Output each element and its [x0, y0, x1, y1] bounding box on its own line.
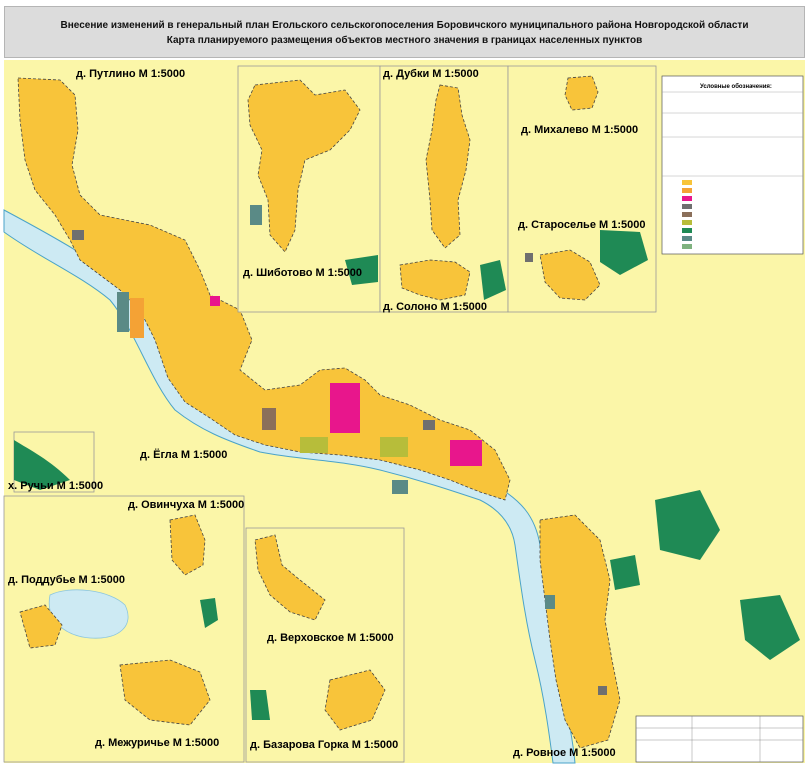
public-zone: [210, 296, 220, 306]
label-egla: д. Ёгла М 1:5000: [140, 448, 227, 461]
legend-swatch: [682, 244, 692, 249]
legend-swatch: [682, 220, 692, 225]
legend-swatch: [682, 188, 692, 193]
label-staroselye: д. Староселье М 1:5000: [518, 219, 645, 231]
legend-title: Условные обозначения:: [700, 83, 772, 90]
label-mezhurichye: д. Межуричье М 1:5000: [95, 737, 219, 749]
label-verkhovskoe: д. Верховское М 1:5000: [267, 632, 394, 644]
forest-patch: [610, 555, 640, 590]
special-zone: [250, 205, 262, 225]
mixed-zone: [130, 298, 144, 338]
label-bazarova: д. Базарова Горка М 1:5000: [250, 739, 398, 751]
label-rovnoe: д. Ровное М 1:5000: [513, 747, 616, 759]
special-zone: [545, 595, 555, 609]
agri-zone: [380, 437, 408, 457]
label-poddubye: д. Поддубье М 1:5000: [8, 574, 125, 586]
industrial-marker: [598, 686, 607, 695]
legend-swatch: [682, 196, 692, 201]
special-zone: [117, 292, 129, 332]
public-zone: [330, 383, 360, 433]
label-mikhalevo: д. Михалево М 1:5000: [521, 124, 638, 136]
settlement-mikhalevo: [564, 75, 599, 111]
agri-zone: [300, 437, 328, 453]
map-canvas: д. Путлино М 1:5000 д. Шиботово М 1:5000…: [3, 60, 805, 764]
industrial-marker: [423, 420, 435, 430]
legend-swatch: [682, 236, 692, 241]
label-solono: д. Солоно М 1:5000: [383, 301, 487, 313]
label-shibotovo: д. Шиботово М 1:5000: [243, 267, 362, 279]
map-sheet: Внесение изменений в генеральный план Ег…: [0, 0, 811, 768]
special-zone: [392, 480, 408, 494]
legend-swatch: [682, 212, 692, 217]
title-block: [635, 715, 804, 763]
label-ruchyi: х. Ручьи М 1:5000: [8, 480, 103, 492]
label-dubki: д. Дубки М 1:5000: [383, 68, 479, 80]
industrial-zone: [262, 408, 276, 430]
industrial-marker: [525, 253, 533, 262]
legend-swatch: [682, 180, 692, 185]
legend-swatch: [682, 228, 692, 233]
label-putlino: д. Путлино М 1:5000: [76, 68, 185, 80]
map-legend: Условные обозначения:: [661, 75, 804, 255]
industrial-marker: [72, 230, 84, 240]
label-ovinchukha: д. Овинчуха М 1:5000: [128, 499, 244, 511]
legend-swatch: [682, 204, 692, 209]
public-zone: [450, 440, 482, 466]
